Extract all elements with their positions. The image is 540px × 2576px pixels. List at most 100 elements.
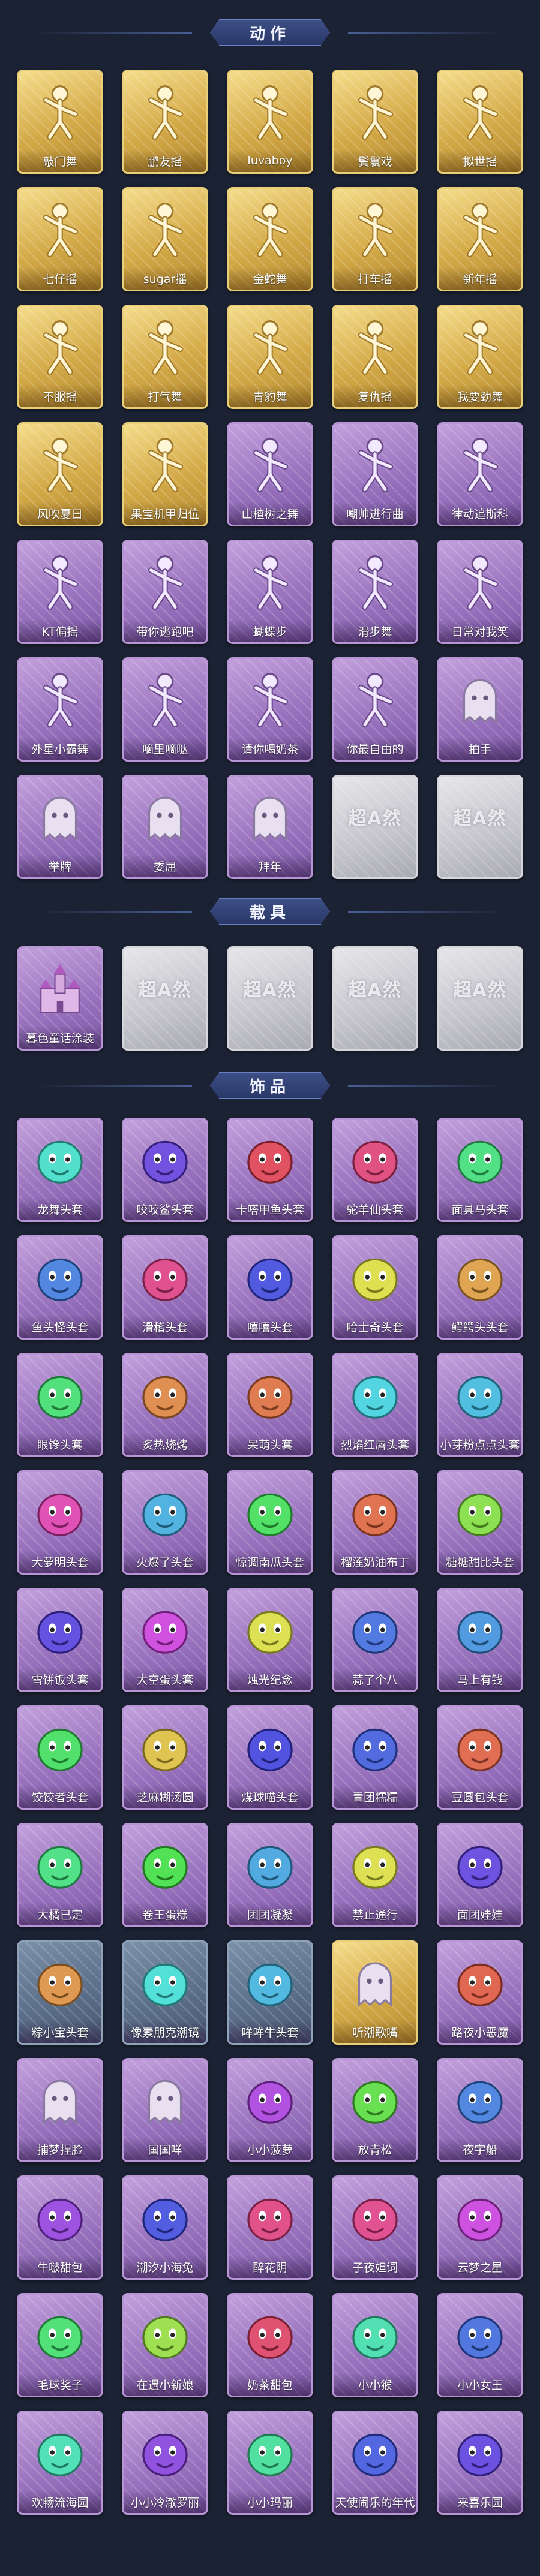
actions-item[interactable]: 七仔摇 bbox=[17, 187, 103, 291]
actions-item[interactable]: 鹏友摇 bbox=[122, 70, 208, 174]
accessories-item[interactable]: 国国咩 bbox=[122, 2058, 208, 2162]
accessories-item[interactable]: 夜宇船 bbox=[437, 2058, 523, 2162]
actions-item[interactable]: 青豹舞 bbox=[227, 305, 313, 409]
accessories-item[interactable]: 惊调南瓜头套 bbox=[227, 1470, 313, 1575]
accessories-item[interactable]: 团团凝凝 bbox=[227, 1823, 313, 1927]
actions-item[interactable]: 委屈 bbox=[122, 775, 208, 879]
accessories-item[interactable]: 烈焰红唇头套 bbox=[332, 1353, 418, 1457]
accessories-item[interactable]: 豆圆包头套 bbox=[437, 1705, 523, 1810]
accessories-item[interactable]: 粽小宝头套 bbox=[17, 1940, 103, 2045]
accessories-item[interactable]: 大橘已定 bbox=[17, 1823, 103, 1927]
actions-item[interactable]: 打气舞 bbox=[122, 305, 208, 409]
accessories-item[interactable]: 面具马头套 bbox=[437, 1118, 523, 1222]
accessories-item[interactable]: 像素朋克潮镜 bbox=[122, 1940, 208, 2045]
actions-item[interactable]: 律动追斯科 bbox=[437, 422, 523, 526]
vehicles-item[interactable]: 超A然 bbox=[227, 946, 313, 1051]
accessories-item[interactable]: 卷王蛋糕 bbox=[122, 1823, 208, 1927]
actions-item[interactable]: 打车摇 bbox=[332, 187, 418, 291]
actions-item[interactable]: 带你逃跑吧 bbox=[122, 540, 208, 644]
accessories-item[interactable]: 小小玛丽 bbox=[227, 2411, 313, 2515]
actions-item[interactable]: 请你喝奶茶 bbox=[227, 657, 313, 762]
accessories-item[interactable]: 蒜了个八 bbox=[332, 1588, 418, 1692]
accessories-item[interactable]: 鱼头怪头套 bbox=[17, 1235, 103, 1340]
accessories-item[interactable]: 潮汐小海兔 bbox=[122, 2175, 208, 2280]
actions-item[interactable]: sugar摇 bbox=[122, 187, 208, 291]
vehicles-item[interactable]: 暮色童话涂装 bbox=[17, 946, 103, 1051]
accessories-item[interactable]: 卡嗒甲鱼头套 bbox=[227, 1118, 313, 1222]
accessories-item[interactable]: 大萝明头套 bbox=[17, 1470, 103, 1575]
accessories-item[interactable]: 小小菠萝 bbox=[227, 2058, 313, 2162]
accessories-item[interactable]: 哞哞牛头套 bbox=[227, 1940, 313, 2045]
accessories-item[interactable]: 眼馋头套 bbox=[17, 1353, 103, 1457]
accessories-item[interactable]: 禁止通行 bbox=[332, 1823, 418, 1927]
accessories-item[interactable]: 奶茶甜包 bbox=[227, 2293, 313, 2397]
actions-item[interactable]: 外星小霸舞 bbox=[17, 657, 103, 762]
accessories-item[interactable]: 牛啵甜包 bbox=[17, 2175, 103, 2280]
actions-item[interactable]: 日常对我笑 bbox=[437, 540, 523, 644]
accessories-item[interactable]: 嘻嘻头套 bbox=[227, 1235, 313, 1340]
actions-item[interactable]: 鬓鬟戏 bbox=[332, 70, 418, 174]
accessories-item[interactable]: 烛光纪念 bbox=[227, 1588, 313, 1692]
accessories-item[interactable]: 欢畅流海园 bbox=[17, 2411, 103, 2515]
accessories-item[interactable]: 鳄鳄头头套 bbox=[437, 1235, 523, 1340]
accessories-item[interactable]: 呆萌头套 bbox=[227, 1353, 313, 1457]
actions-item[interactable]: 我要劲舞 bbox=[437, 305, 523, 409]
accessories-item[interactable]: 火爆了头套 bbox=[122, 1470, 208, 1575]
accessories-item[interactable]: 煤球喵头套 bbox=[227, 1705, 313, 1810]
accessories-item[interactable]: 驼羊仙头套 bbox=[332, 1118, 418, 1222]
accessories-item[interactable]: 饺饺者头套 bbox=[17, 1705, 103, 1810]
actions-item[interactable]: 山楂树之舞 bbox=[227, 422, 313, 526]
accessories-item[interactable]: 小芽粉点点头套 bbox=[437, 1353, 523, 1457]
actions-item[interactable]: 不服摇 bbox=[17, 305, 103, 409]
accessories-item[interactable]: 子夜妲词 bbox=[332, 2175, 418, 2280]
actions-item[interactable]: KT偏摇 bbox=[17, 540, 103, 644]
accessories-item[interactable]: 大空蛋头套 bbox=[122, 1588, 208, 1692]
actions-item[interactable]: 超A然 bbox=[332, 775, 418, 879]
accessories-item[interactable]: 雪饼饭头套 bbox=[17, 1588, 103, 1692]
accessories-item[interactable]: 咬咬鲨头套 bbox=[122, 1118, 208, 1222]
accessories-item[interactable]: 炙热烧烤 bbox=[122, 1353, 208, 1457]
accessories-item[interactable]: 小小猴 bbox=[332, 2293, 418, 2397]
accessories-item[interactable]: 龙舞头套 bbox=[17, 1118, 103, 1222]
actions-item[interactable]: 风吹夏日 bbox=[17, 422, 103, 526]
accessories-item[interactable]: 马上有钱 bbox=[437, 1588, 523, 1692]
accessories-item[interactable]: 榴莲奶油布丁 bbox=[332, 1470, 418, 1575]
accessories-item[interactable]: 面团娃娃 bbox=[437, 1823, 523, 1927]
accessories-item[interactable]: 哈士奇头套 bbox=[332, 1235, 418, 1340]
actions-item[interactable]: 你最自由的 bbox=[332, 657, 418, 762]
actions-item[interactable]: 蝴蝶步 bbox=[227, 540, 313, 644]
actions-item[interactable]: 举牌 bbox=[17, 775, 103, 879]
actions-item[interactable]: 嘀里嘀哒 bbox=[122, 657, 208, 762]
actions-item[interactable]: 金蛇舞 bbox=[227, 187, 313, 291]
actions-item[interactable]: 滑步舞 bbox=[332, 540, 418, 644]
accessories-item[interactable]: 路夜小恶魔 bbox=[437, 1940, 523, 2045]
vehicles-item[interactable]: 超A然 bbox=[437, 946, 523, 1051]
accessories-item[interactable]: 在遇小新娘 bbox=[122, 2293, 208, 2397]
actions-item[interactable]: luvaboy bbox=[227, 70, 313, 174]
accessories-item[interactable]: 醉花阴 bbox=[227, 2175, 313, 2280]
accessories-item[interactable]: 听潮歌嘴 bbox=[332, 1940, 418, 2045]
accessories-item[interactable]: 云梦之星 bbox=[437, 2175, 523, 2280]
accessories-item[interactable]: 青团糯糯 bbox=[332, 1705, 418, 1810]
accessories-item[interactable]: 毛球奖子 bbox=[17, 2293, 103, 2397]
accessories-item[interactable]: 小小女王 bbox=[437, 2293, 523, 2397]
actions-item[interactable]: 嘲帅进行曲 bbox=[332, 422, 418, 526]
accessories-item[interactable]: 滑稽头套 bbox=[122, 1235, 208, 1340]
actions-item[interactable]: 超A然 bbox=[437, 775, 523, 879]
accessories-item[interactable]: 来喜乐园 bbox=[437, 2411, 523, 2515]
actions-item[interactable]: 拜年 bbox=[227, 775, 313, 879]
actions-item[interactable]: 拍手 bbox=[437, 657, 523, 762]
accessories-item[interactable]: 捕梦捏脸 bbox=[17, 2058, 103, 2162]
accessories-item[interactable]: 糖糖甜比头套 bbox=[437, 1470, 523, 1575]
actions-item[interactable]: 果宝机甲归位 bbox=[122, 422, 208, 526]
accessories-item[interactable]: 天使闹乐的年代 bbox=[332, 2411, 418, 2515]
actions-item[interactable]: 新年摇 bbox=[437, 187, 523, 291]
accessories-item[interactable]: 芝麻糊汤圆 bbox=[122, 1705, 208, 1810]
vehicles-item[interactable]: 超A然 bbox=[332, 946, 418, 1051]
actions-item[interactable]: 敲门舞 bbox=[17, 70, 103, 174]
actions-item[interactable]: 复仇摇 bbox=[332, 305, 418, 409]
actions-item[interactable]: 拟世摇 bbox=[437, 70, 523, 174]
accessories-item[interactable]: 小小冷澈罗丽 bbox=[122, 2411, 208, 2515]
accessories-item[interactable]: 放青松 bbox=[332, 2058, 418, 2162]
vehicles-item[interactable]: 超A然 bbox=[122, 946, 208, 1051]
